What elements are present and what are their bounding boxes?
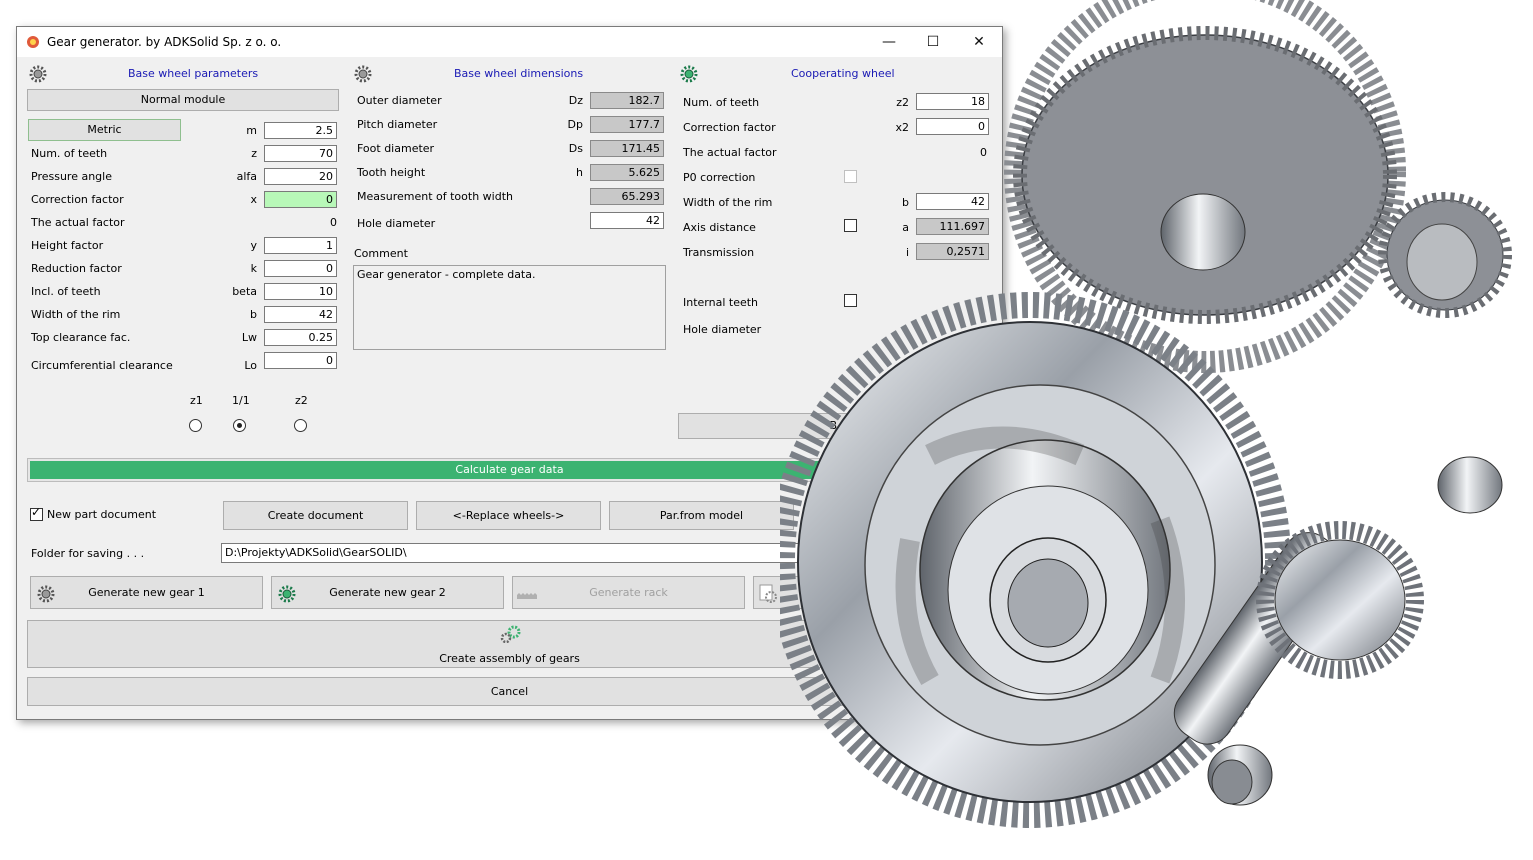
- correction-factor-input[interactable]: 0: [264, 191, 337, 208]
- coop-label: Correction factor: [683, 121, 776, 134]
- coop-label: The actual factor: [683, 146, 777, 159]
- dim-label: Pitch diameter: [357, 118, 438, 131]
- top-clearance-input[interactable]: 0.25: [264, 329, 337, 346]
- replace-wheels-button[interactable]: <-Replace wheels->: [416, 501, 601, 530]
- radio-selected-dot: [237, 423, 242, 428]
- rim-width-input[interactable]: 42: [264, 306, 337, 323]
- folder-label: Folder for saving . . .: [31, 547, 145, 560]
- dim-label: Foot diameter: [357, 142, 435, 155]
- new-part-document-label: New part document: [47, 508, 157, 521]
- generate-gear-2-button[interactable]: Generate new gear 2: [271, 576, 504, 609]
- param-symbol: y: [250, 239, 257, 252]
- param-symbol: alfa: [236, 170, 257, 183]
- param-symbol: beta: [232, 285, 257, 298]
- base-params-heading: Base wheel parameters: [128, 67, 259, 80]
- height-factor-input[interactable]: 1: [264, 237, 337, 254]
- dim-label: Hole diameter: [357, 217, 436, 230]
- generate-rack-label: Generate rack: [589, 586, 668, 599]
- document-gear-icon: [759, 584, 777, 603]
- normal-module-button[interactable]: Normal module: [27, 89, 339, 111]
- coop-label: Axis distance: [683, 221, 756, 234]
- param-label: Incl. of teeth: [31, 285, 101, 298]
- checkmark-icon: ✓: [31, 505, 42, 519]
- new-part-document-checkbox[interactable]: ✓: [30, 505, 43, 521]
- param-symbol: x: [250, 193, 257, 206]
- param-symbol: Lo: [244, 359, 257, 372]
- dim-label: Outer diameter: [357, 94, 442, 107]
- radio-label: z2: [295, 394, 308, 407]
- param-label: Height factor: [31, 239, 104, 252]
- param-symbol: b: [250, 308, 257, 321]
- param-label: Correction factor: [31, 193, 124, 206]
- par-from-model-button[interactable]: Par.from model: [609, 501, 794, 530]
- pitch-diameter-value: 177.7: [590, 116, 664, 133]
- param-symbol: k: [250, 262, 257, 275]
- top-pinion-gear: [1378, 192, 1512, 318]
- radio-label: 1/1: [232, 394, 250, 407]
- radio-1-1[interactable]: [233, 419, 246, 432]
- gear-icon: [354, 65, 372, 83]
- circumferential-clearance-input[interactable]: 0: [264, 352, 337, 369]
- dim-symbol: Dz: [568, 94, 583, 107]
- radio-label: z1: [190, 394, 203, 407]
- metric-button[interactable]: Metric: [28, 119, 181, 141]
- actual-factor-value: 0: [330, 216, 337, 229]
- foot-diameter-value: 171.45: [590, 140, 664, 157]
- generate-rack-button[interactable]: Generate rack: [512, 576, 745, 609]
- param-label: Reduction factor: [31, 262, 122, 275]
- tooth-width-measurement-value: 65.293: [590, 188, 664, 205]
- num-teeth-input[interactable]: 70: [264, 145, 337, 162]
- internal-teeth-label: Internal teeth: [683, 296, 759, 309]
- coop-label: Num. of teeth: [683, 96, 760, 109]
- module-input[interactable]: 2.5: [264, 122, 337, 139]
- coop-label: Transmission: [683, 246, 755, 259]
- radio-z2[interactable]: [294, 419, 307, 432]
- coop-hole-diameter-label: Hole diameter: [683, 323, 762, 336]
- dim-symbol: Ds: [568, 142, 583, 155]
- param-symbol: z: [251, 147, 257, 160]
- app-logo-icon: [27, 36, 39, 48]
- comment-label: Comment: [354, 247, 408, 260]
- radio-z1[interactable]: [189, 419, 202, 432]
- gear-green-icon: [680, 65, 698, 83]
- gears-assembly-icon: [500, 625, 521, 643]
- gear-green-icon: [278, 585, 296, 603]
- gear-rendering-illustration: [780, 0, 1512, 828]
- gear-icon: [29, 65, 47, 83]
- param-label: The actual factor: [31, 216, 125, 229]
- dim-label: Tooth height: [357, 166, 426, 179]
- dim-symbol: Dp: [567, 118, 583, 131]
- rack-icon: [517, 593, 537, 599]
- dim-symbol: h: [576, 166, 583, 179]
- window-title: Gear generator. by ADKSolid Sp. z o. o.: [47, 35, 282, 49]
- generate-gear-1-button[interactable]: Generate new gear 1: [30, 576, 263, 609]
- hole-diameter-input[interactable]: 42: [590, 212, 664, 229]
- create-document-button[interactable]: Create document: [223, 501, 408, 530]
- generate-gear-2-label: Generate new gear 2: [329, 586, 446, 599]
- param-label: Circumferential clearance: [31, 359, 173, 372]
- gear-icon: [37, 585, 55, 603]
- coop-label: Width of the rim: [683, 196, 773, 209]
- pressure-angle-input[interactable]: 20: [264, 168, 337, 185]
- param-symbol: Lw: [241, 331, 257, 344]
- param-label: Top clearance fac.: [31, 331, 131, 344]
- dim-label: Measurement of tooth width: [357, 190, 513, 203]
- param-label: Num. of teeth: [31, 147, 108, 160]
- outer-diameter-value: 182.7: [590, 92, 664, 109]
- param-label: Width of the rim: [31, 308, 121, 321]
- reduction-factor-input[interactable]: 0: [264, 260, 337, 277]
- base-dims-heading: Base wheel dimensions: [454, 67, 584, 80]
- param-symbol: m: [246, 124, 257, 137]
- tooth-height-value: 5.625: [590, 164, 664, 181]
- teeth-inclination-input[interactable]: 10: [264, 283, 337, 300]
- coop-label: P0 correction: [683, 171, 756, 184]
- comment-textarea[interactable]: Gear generator - complete data.: [353, 265, 666, 350]
- generate-gear-1-label: Generate new gear 1: [88, 586, 205, 599]
- param-label: Pressure angle: [31, 170, 112, 183]
